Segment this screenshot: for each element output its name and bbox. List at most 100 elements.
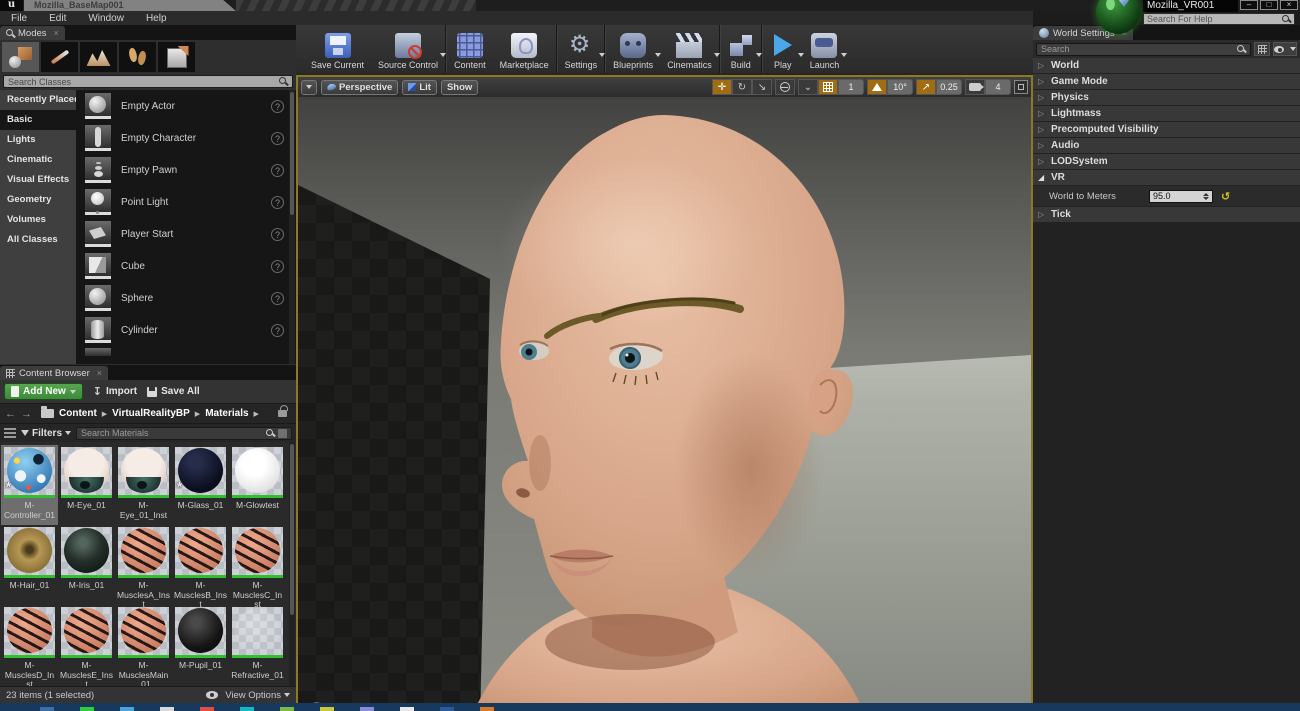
- taskbar-app-icon[interactable]: [80, 707, 94, 711]
- property-matrix-button[interactable]: [1254, 42, 1270, 56]
- asset-tile[interactable]: * M-Controller_01: [1, 445, 58, 525]
- viewport[interactable]: Perspective Lit Show ✛ ↻ ↘ ⌄ 1 10° ↗ 0.2…: [296, 75, 1033, 711]
- placeable-item-row[interactable]: Empty Actor ?: [76, 90, 296, 122]
- placement-category[interactable]: Volumes: [0, 210, 76, 230]
- taskbar-app-icon[interactable]: [120, 707, 134, 711]
- camera-speed-button[interactable]: [965, 79, 985, 95]
- placement-category[interactable]: Recently Placed: [0, 90, 80, 110]
- taskbar-app-icon[interactable]: [360, 707, 374, 711]
- toolbar-button[interactable]: Save Current: [304, 25, 371, 73]
- taskbar-app-icon[interactable]: [280, 707, 294, 711]
- placement-category[interactable]: Visual Effects: [0, 170, 76, 190]
- level-editor-tab[interactable]: Mozilla_BaseMap001: [24, 0, 236, 11]
- taskbar-app-icon[interactable]: [40, 707, 54, 711]
- placement-category[interactable]: Lights: [0, 130, 76, 150]
- placeable-item-row[interactable]: Sphere ?: [76, 282, 296, 314]
- camera-mode-button[interactable]: Perspective: [321, 79, 399, 95]
- asset-tile[interactable]: * M-MusclesMain_01: [115, 605, 172, 686]
- toolbar-button[interactable]: Source Control: [371, 25, 447, 73]
- back-arrow-icon[interactable]: ←: [5, 408, 16, 420]
- asset-tile[interactable]: * M-Pupil_01: [172, 605, 229, 685]
- asset-tile[interactable]: * M-Hair_01: [1, 525, 58, 605]
- help-search-input[interactable]: Search For Help: [1143, 13, 1295, 25]
- toolbar-button[interactable]: Launch: [803, 25, 848, 73]
- modes-scrollbar[interactable]: [289, 90, 295, 364]
- view-options-button[interactable]: View Options: [206, 690, 290, 701]
- taskbar-app-icon[interactable]: [440, 707, 454, 711]
- value-spinner[interactable]: [1203, 192, 1209, 200]
- close-button[interactable]: ×: [1280, 0, 1298, 10]
- settings-section-header[interactable]: ▷ Lightmass: [1033, 106, 1300, 121]
- maximize-viewport-button[interactable]: [1014, 80, 1028, 94]
- menu-item[interactable]: File: [0, 13, 38, 24]
- settings-section-header[interactable]: ▷ LODSystem: [1033, 154, 1300, 169]
- asset-tile[interactable]: * M-Iris_01: [58, 525, 115, 605]
- minimize-button[interactable]: –: [1240, 0, 1258, 10]
- help-icon[interactable]: ?: [271, 163, 284, 177]
- asset-tile[interactable]: * M-MusclesC_Inst: [229, 525, 286, 609]
- settings-section-header[interactable]: ▷ Physics: [1033, 90, 1300, 105]
- close-icon[interactable]: ×: [54, 28, 59, 38]
- breadcrumb-item[interactable]: Materials: [205, 408, 248, 419]
- scale-tool-button[interactable]: ↘: [752, 79, 772, 95]
- rotate-tool-button[interactable]: ↻: [732, 79, 752, 95]
- asset-tile[interactable]: * M-Glowtest: [229, 445, 286, 525]
- taskbar-app-icon[interactable]: [160, 707, 174, 711]
- asset-tile[interactable]: * M-MusclesB_Inst: [172, 525, 229, 609]
- asset-tile[interactable]: * M-MusclesD_Inst: [1, 605, 58, 686]
- toolbar-button[interactable]: Marketplace: [493, 25, 557, 73]
- placement-category[interactable]: All Classes: [0, 230, 76, 250]
- restore-button[interactable]: □: [1260, 0, 1278, 10]
- settings-section-header[interactable]: ▷ World: [1033, 58, 1300, 73]
- settings-section-header[interactable]: ▷ Game Mode: [1033, 74, 1300, 89]
- mode-tab[interactable]: [80, 42, 117, 72]
- asset-tile[interactable]: * M-Refractive_01: [229, 605, 286, 685]
- tab-modes[interactable]: Modes ×: [0, 26, 65, 40]
- help-icon[interactable]: ?: [271, 259, 284, 273]
- view-mode-button[interactable]: Lit: [402, 79, 437, 95]
- rotation-snap-value[interactable]: 10°: [887, 79, 913, 95]
- add-new-button[interactable]: Add New: [4, 383, 83, 400]
- help-icon[interactable]: ?: [271, 99, 284, 113]
- breadcrumb-item[interactable]: VirtualRealityBP: [112, 408, 190, 419]
- search-classes-input[interactable]: Search Classes: [3, 75, 293, 88]
- forward-arrow-icon[interactable]: →: [21, 408, 32, 420]
- help-icon[interactable]: ?: [271, 195, 284, 209]
- placement-category[interactable]: Basic: [0, 110, 76, 130]
- asset-scrollbar[interactable]: [289, 442, 295, 686]
- asset-tile[interactable]: * M-Eye_01_Inst: [115, 445, 172, 525]
- taskbar-app-icon[interactable]: [320, 707, 334, 711]
- settings-section-header[interactable]: ▷ Audio: [1033, 138, 1300, 153]
- placeable-item-row[interactable]: Cube ?: [76, 250, 296, 282]
- placeable-item-row[interactable]: Empty Pawn ?: [76, 154, 296, 186]
- settings-section-header-tick[interactable]: ▷ Tick: [1033, 207, 1300, 222]
- world-settings-search-input[interactable]: Search: [1036, 42, 1251, 56]
- help-icon[interactable]: ?: [271, 291, 284, 305]
- grid-snap-button[interactable]: [818, 79, 838, 95]
- mode-tab[interactable]: [158, 42, 195, 72]
- menu-item[interactable]: Window: [77, 13, 135, 24]
- scale-snap-button[interactable]: ↗: [916, 79, 936, 95]
- reset-to-default-icon[interactable]: ↺: [1221, 190, 1230, 203]
- import-button[interactable]: ↧ Import: [93, 385, 137, 398]
- viewport-options-button[interactable]: [301, 79, 317, 95]
- asset-tile[interactable]: * M-Glass_01: [172, 445, 229, 525]
- move-tool-button[interactable]: ✛: [712, 79, 732, 95]
- settings-section-header-vr[interactable]: ◢ VR: [1033, 170, 1300, 185]
- taskbar-app-icon[interactable]: [400, 707, 414, 711]
- settings-section-header[interactable]: ▷ Precomputed Visibility: [1033, 122, 1300, 137]
- tab-content-browser[interactable]: Content Browser ×: [0, 366, 109, 380]
- toolbar-button[interactable]: Blueprints: [606, 25, 662, 73]
- world-to-meters-input[interactable]: 95.0: [1149, 189, 1213, 203]
- toolbar-button[interactable]: Content: [447, 25, 493, 73]
- close-icon[interactable]: ×: [97, 368, 102, 378]
- sources-panel-icon[interactable]: [4, 428, 16, 438]
- lock-icon[interactable]: [278, 405, 288, 417]
- placeable-item-row[interactable]: Cylinder ?: [76, 314, 296, 346]
- asset-tile[interactable]: * M-MusclesE_Inst: [58, 605, 115, 686]
- placeable-item-row[interactable]: Empty Character ?: [76, 122, 296, 154]
- camera-speed-value[interactable]: 4: [985, 79, 1011, 95]
- toolbar-button[interactable]: Play: [763, 25, 804, 73]
- coordinate-system-button[interactable]: [775, 79, 795, 95]
- windows-taskbar[interactable]: [0, 703, 1300, 711]
